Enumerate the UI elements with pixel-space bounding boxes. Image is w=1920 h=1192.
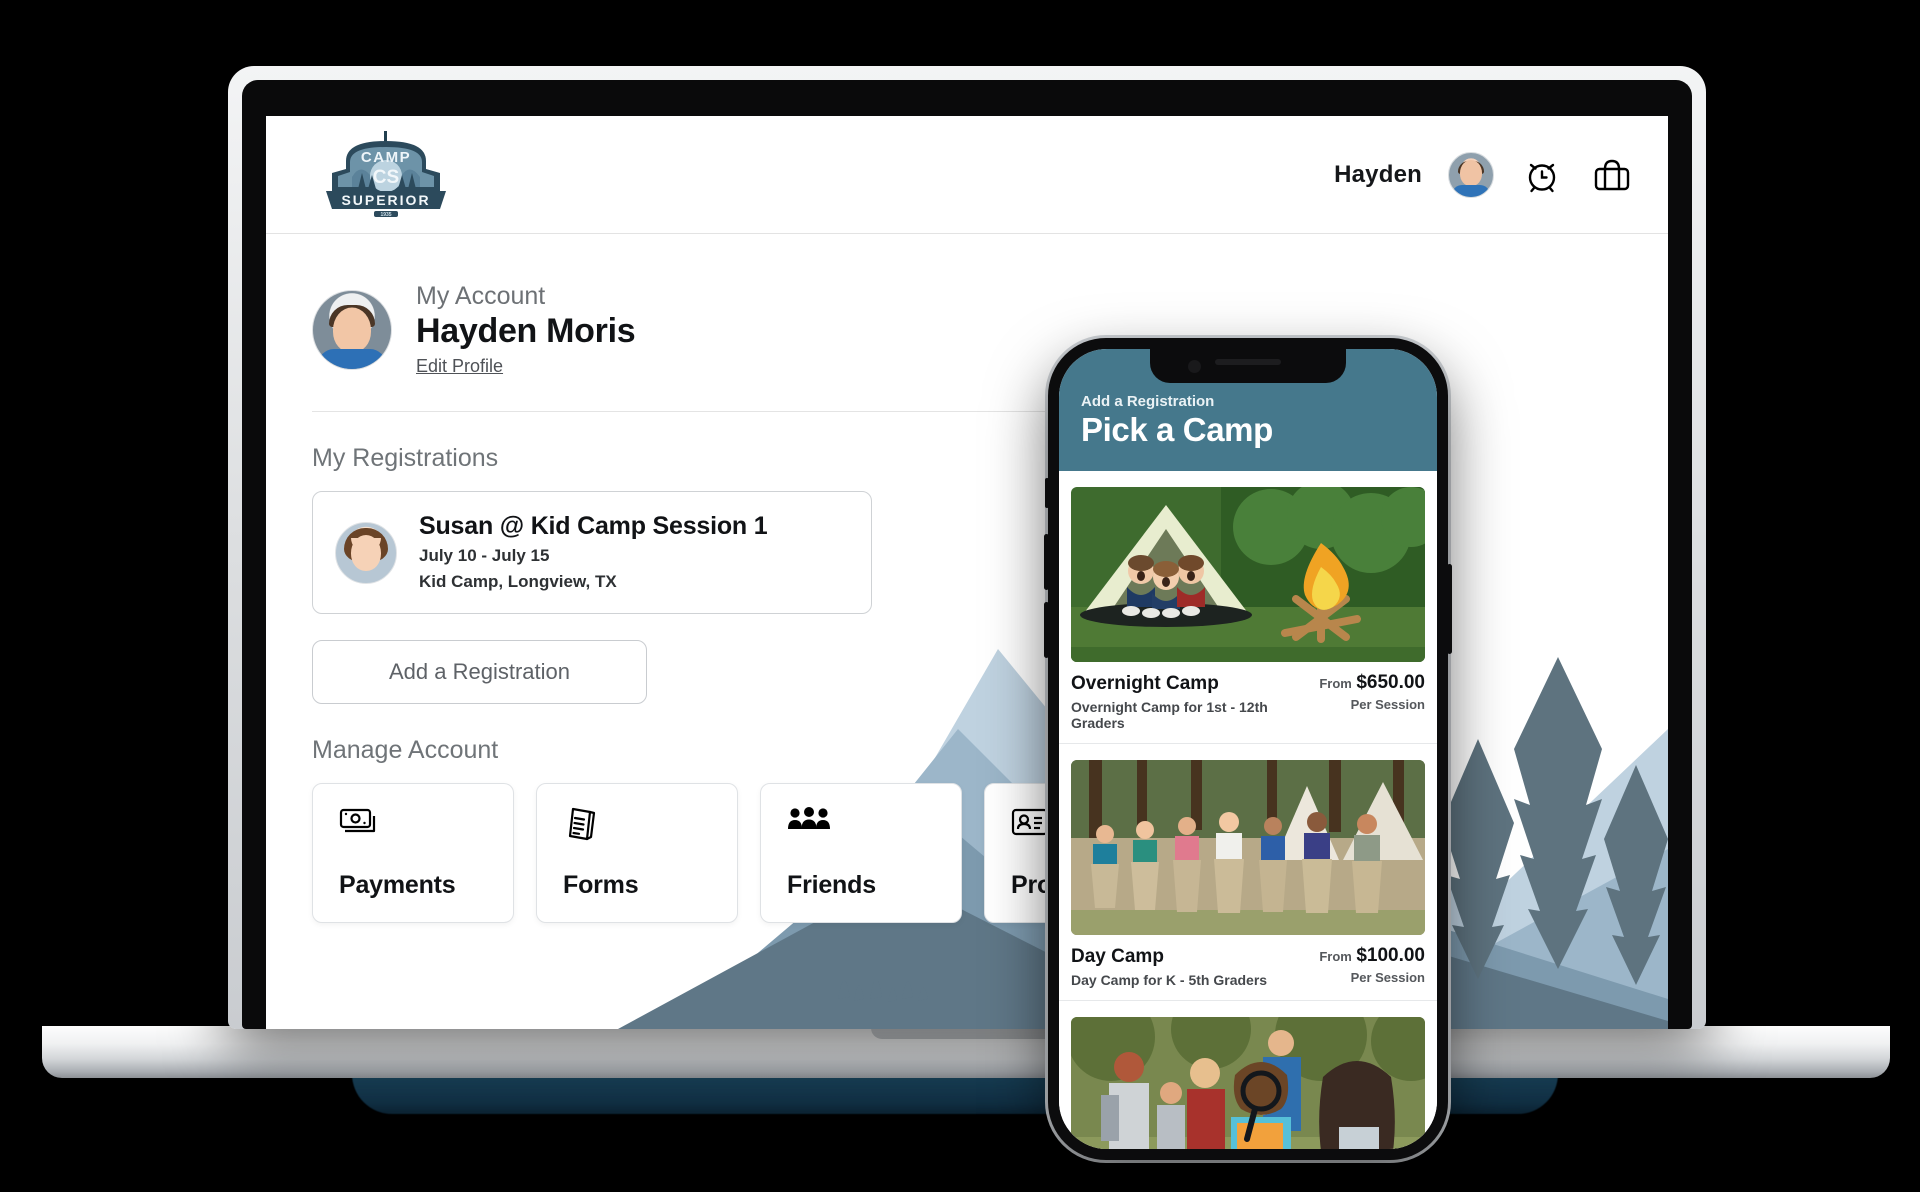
camp-price-from-label: From: [1319, 676, 1352, 691]
camp-name: Overnight Camp: [1071, 673, 1219, 694]
earpiece-speaker: [1215, 359, 1281, 365]
phone-kicker: Add a Registration: [1081, 393, 1215, 410]
camper-avatar: [335, 521, 397, 584]
camp-card-day[interactable]: Day Camp Day Camp for K - 5th Graders Fr…: [1059, 744, 1437, 1001]
kids-exploring-magnifier-photo: [1071, 1016, 1425, 1149]
tile-label: Payments: [339, 871, 456, 900]
logo-mid-text: CS: [373, 167, 399, 188]
laptop-screen: CS CAMP SUPERIOR 1935 Hayden My Account …: [266, 116, 1668, 1029]
phone-title: Pick a Camp: [1081, 411, 1273, 448]
avatar-shirt: [318, 348, 386, 369]
camp-card-explorer[interactable]: [1059, 1001, 1437, 1149]
camp-price: From $100.00 Per Session: [1319, 945, 1425, 985]
camp-text: Overnight Camp Overnight Camp for 1st - …: [1071, 672, 1319, 731]
account-name: Hayden Moris: [416, 311, 636, 350]
camp-meta: Day Camp Day Camp for K - 5th Graders Fr…: [1059, 935, 1437, 1000]
account-avatar[interactable]: [312, 289, 392, 370]
phone-screen: Add a Registration Pick a Camp Overnight…: [1059, 349, 1437, 1149]
camp-price-period: Per Session: [1350, 969, 1425, 985]
camp-superior-logo[interactable]: CS CAMP SUPERIOR 1935: [312, 129, 460, 221]
logo-top-text: CAMP: [361, 149, 411, 166]
header-user-name[interactable]: Hayden: [1334, 161, 1422, 189]
camp-price-amount: $650.00: [1356, 672, 1425, 693]
section-divider: [312, 411, 1132, 413]
phone-notch: [1150, 349, 1346, 383]
kids-in-tent-campfire-photo: [1071, 487, 1425, 662]
laptop-bezel: CS CAMP SUPERIOR 1935 Hayden My Account …: [242, 80, 1692, 1029]
laptop-base: [42, 1026, 1890, 1078]
registration-location: Kid Camp, Longview, TX: [419, 572, 617, 592]
people-group-icon: [787, 806, 935, 839]
registration-card[interactable]: Susan @ Kid Camp Session 1 July 10 - Jul…: [312, 491, 872, 615]
mute-switch[interactable]: [1045, 478, 1049, 508]
tile-payments[interactable]: Payments: [312, 783, 514, 924]
laptop-device: CS CAMP SUPERIOR 1935 Hayden My Account …: [228, 66, 1706, 1029]
tile-forms[interactable]: Forms: [536, 783, 738, 924]
header-actions: Hayden: [1334, 151, 1634, 198]
volume-down-button[interactable]: [1044, 602, 1049, 658]
user-avatar[interactable]: [1448, 151, 1494, 198]
camp-card-overnight[interactable]: Overnight Camp Overnight Camp for 1st - …: [1059, 471, 1437, 744]
camp-text: Day Camp Day Camp for K - 5th Graders: [1071, 945, 1267, 988]
documents-icon: [563, 806, 711, 847]
camp-description: Overnight Camp for 1st - 12th Graders: [1071, 698, 1268, 731]
tile-friends[interactable]: Friends: [760, 783, 962, 924]
camp-meta: Overnight Camp Overnight Camp for 1st - …: [1059, 662, 1437, 743]
registration-title: Susan @ Kid Camp Session 1: [419, 512, 768, 541]
camp-price-amount: $100.00: [1356, 944, 1425, 966]
avatar-face: [333, 307, 371, 353]
money-bills-icon: [339, 806, 487, 843]
volume-up-button[interactable]: [1044, 534, 1049, 590]
front-camera: [1188, 360, 1201, 373]
duffel-bag-icon[interactable]: [1590, 153, 1634, 197]
alarm-clock-icon[interactable]: [1520, 153, 1564, 197]
account-text: My Account Hayden Moris Edit Profile: [416, 282, 636, 377]
avatar-shirt: [1452, 184, 1490, 197]
screenshot-stage: CS CAMP SUPERIOR 1935 Hayden My Account …: [0, 0, 1920, 1192]
camp-price-period: Per Session: [1350, 697, 1425, 712]
registration-info: Susan @ Kid Camp Session 1 July 10 - Jul…: [419, 510, 768, 595]
camp-price: From $650.00 Per Session: [1319, 672, 1425, 712]
logo-year-text: 1935: [380, 212, 391, 218]
edit-profile-link[interactable]: Edit Profile: [416, 356, 503, 377]
add-registration-button[interactable]: Add a Registration: [312, 640, 647, 705]
avatar-face: [1460, 159, 1482, 186]
page-body: My Account Hayden Moris Edit Profile My …: [266, 234, 1668, 1029]
registration-dates: July 10 - July 15: [419, 545, 550, 565]
phone-device: Add a Registration Pick a Camp Overnight…: [1044, 338, 1452, 1160]
power-button[interactable]: [1447, 564, 1452, 654]
kids-sack-race-photo: [1071, 759, 1425, 935]
camp-list: Overnight Camp Overnight Camp for 1st - …: [1059, 471, 1437, 1149]
tile-label: Forms: [563, 871, 639, 900]
account-label: My Account: [416, 282, 546, 310]
camp-description: Day Camp for K - 5th Graders: [1071, 971, 1268, 988]
logo-bottom-text: SUPERIOR: [341, 192, 430, 208]
tile-label: Friends: [787, 871, 876, 900]
site-header: CS CAMP SUPERIOR 1935 Hayden: [266, 116, 1668, 234]
camp-name: Day Camp: [1071, 945, 1164, 967]
camp-price-from-label: From: [1319, 948, 1352, 964]
